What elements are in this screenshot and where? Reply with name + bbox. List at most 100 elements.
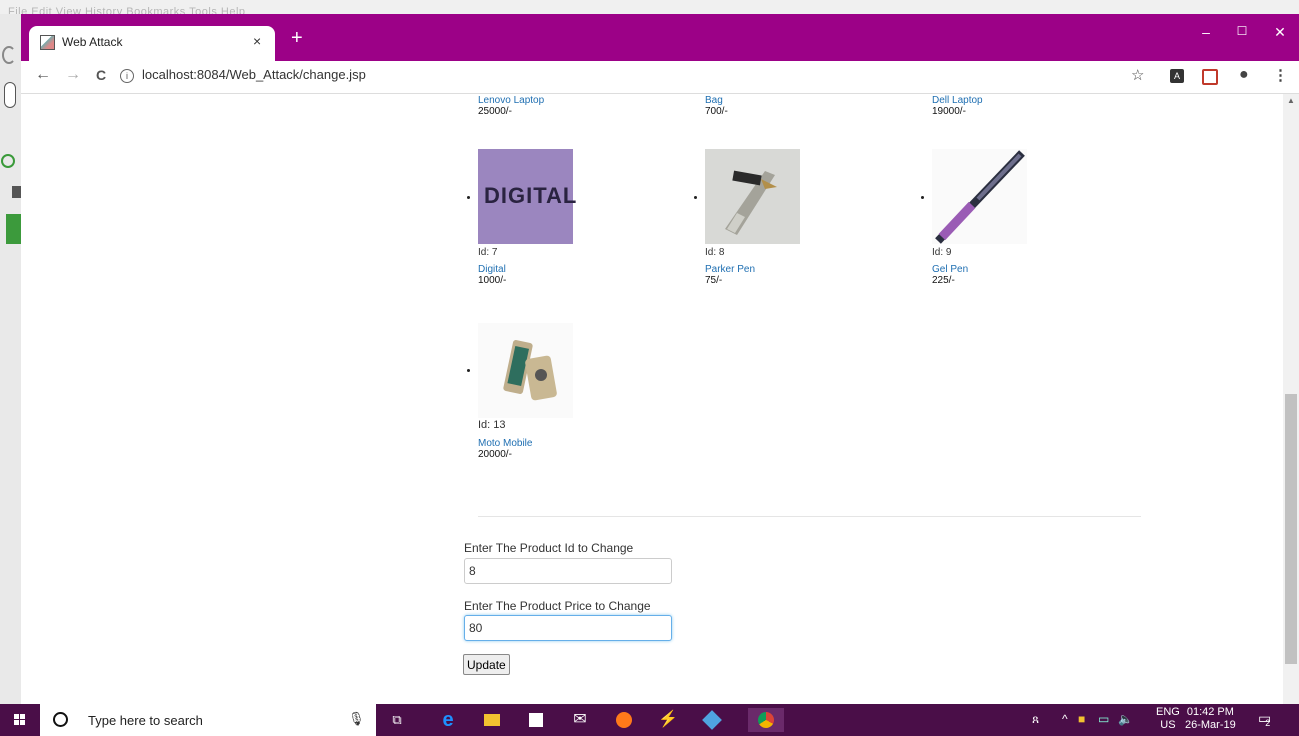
product-price: 700/- bbox=[705, 106, 728, 117]
page-content: Lenovo Laptop 25000/- Bag 700/- Dell Lap… bbox=[21, 94, 1283, 704]
title-bar: Web Attack × + – ☐ ✕ bbox=[21, 14, 1299, 61]
edge-icon[interactable]: e bbox=[436, 708, 460, 732]
browser-window: Web Attack × + – ☐ ✕ ← → C i localhost:80… bbox=[21, 14, 1299, 704]
product-card-top-1: Lenovo Laptop 25000/- bbox=[478, 95, 544, 117]
account-icon[interactable]: ● bbox=[1239, 66, 1249, 84]
nav-pill-icon bbox=[4, 82, 16, 108]
volume-icon[interactable]: 🔈 bbox=[1118, 712, 1133, 726]
browser-menu-icon[interactable]: ⋮ bbox=[1273, 66, 1288, 84]
product-card-top-3: Dell Laptop 19000/- bbox=[932, 95, 983, 117]
clock-time: 01:42 PM bbox=[1186, 706, 1234, 718]
product-card-8: Id: 8 Parker Pen 75/- bbox=[705, 247, 755, 286]
address-bar[interactable]: i localhost:8084/Web_Attack/change.jsp bbox=[120, 61, 366, 89]
product-name-link[interactable]: Digital bbox=[478, 264, 506, 275]
product-price-input[interactable] bbox=[464, 615, 672, 641]
list-bullet bbox=[921, 196, 924, 199]
phone-picture bbox=[503, 340, 557, 401]
product-price: 20000/- bbox=[478, 449, 512, 460]
url-text: localhost:8084/Web_Attack/change.jsp bbox=[142, 67, 366, 82]
chevron-up-icon[interactable]: ^ bbox=[1062, 712, 1068, 726]
product-price: 225/- bbox=[932, 275, 955, 286]
network-icon[interactable]: ▭ bbox=[1098, 712, 1109, 726]
taskbar-search-box[interactable]: Type here to search 🎙 bbox=[40, 704, 376, 736]
tray-app-icon[interactable]: ■ bbox=[1078, 712, 1085, 726]
file-explorer-icon[interactable] bbox=[480, 708, 504, 732]
site-info-icon[interactable]: i bbox=[120, 68, 134, 83]
product-name-link[interactable]: Lenovo Laptop bbox=[478, 95, 544, 106]
product-name-link[interactable]: Parker Pen bbox=[705, 264, 755, 275]
product-id: Id: 9 bbox=[932, 247, 952, 258]
windows-taskbar: Type here to search 🎙 ⧉ e ✉ ⚡ ጸ ^ ■ ▭ 🔈 … bbox=[0, 704, 1299, 736]
list-bullet bbox=[694, 196, 697, 199]
scroll-up-arrow-icon[interactable]: ▲ bbox=[1287, 96, 1295, 105]
product-image-moto-mobile[interactable] bbox=[478, 323, 573, 418]
page-favicon-icon bbox=[40, 35, 55, 50]
circle-icon bbox=[1, 154, 15, 168]
product-image-gel-pen[interactable] bbox=[932, 149, 1027, 244]
task-view-icon[interactable]: ⧉ bbox=[385, 708, 409, 732]
tab-title: Web Attack bbox=[62, 35, 123, 49]
clock-date: 26-Mar-19 bbox=[1185, 719, 1236, 731]
product-id: Id: 8 bbox=[705, 247, 725, 258]
close-window-button[interactable]: ✕ bbox=[1271, 24, 1289, 41]
back-button[interactable]: ← bbox=[35, 66, 51, 84]
store-icon[interactable] bbox=[524, 708, 548, 732]
product-id: Id: 13 bbox=[478, 419, 506, 431]
pdf-extension-icon[interactable]: A bbox=[1170, 69, 1184, 83]
language-indicator[interactable]: ENG US bbox=[1156, 706, 1180, 732]
system-clock[interactable]: 01:42 PM 26-Mar-19 bbox=[1185, 706, 1236, 732]
product-image-parker-pen[interactable] bbox=[705, 149, 800, 244]
product-name-link[interactable]: Dell Laptop bbox=[932, 95, 983, 106]
product-card-top-2: Bag 700/- bbox=[705, 95, 728, 117]
pen-picture bbox=[725, 170, 777, 235]
virtualbox-icon[interactable] bbox=[700, 708, 724, 732]
notification-count: 2 bbox=[1265, 718, 1271, 728]
divider bbox=[478, 516, 1141, 517]
product-card-13: Id: 13 Moto Mobile 20000/- bbox=[478, 419, 532, 461]
green-tab-icon bbox=[6, 214, 21, 244]
notification-center-icon[interactable]: ▭2 bbox=[1258, 710, 1276, 728]
product-card-7: Id: 7 Digital 1000/- bbox=[478, 247, 506, 286]
cortana-icon bbox=[53, 712, 68, 727]
update-button[interactable]: Update bbox=[463, 654, 510, 675]
region-code: US bbox=[1160, 719, 1176, 731]
scrollbar-thumb[interactable] bbox=[1285, 394, 1297, 664]
start-button[interactable] bbox=[0, 704, 40, 736]
microphone-icon[interactable]: 🎙 bbox=[348, 711, 365, 727]
product-id-label: Enter The Product Id to Change bbox=[464, 541, 634, 555]
bookmark-star-icon[interactable]: ☆ bbox=[1131, 66, 1144, 84]
extension-icon[interactable] bbox=[1202, 69, 1218, 85]
chrome-icon[interactable] bbox=[748, 708, 784, 732]
reload-button[interactable]: C bbox=[96, 67, 106, 83]
list-bullet bbox=[467, 369, 470, 372]
vertical-scrollbar[interactable]: ▲ bbox=[1283, 94, 1299, 704]
maximize-button[interactable]: ☐ bbox=[1233, 24, 1251, 38]
lightning-app-icon[interactable]: ⚡ bbox=[656, 708, 680, 732]
product-price: 1000/- bbox=[478, 275, 507, 286]
mail-icon[interactable]: ✉ bbox=[568, 708, 592, 732]
product-price: 75/- bbox=[705, 275, 723, 286]
browser-toolbar: ← → C i localhost:8084/Web_Attack/change.… bbox=[21, 61, 1299, 94]
square-icon bbox=[12, 186, 21, 198]
firefox-icon[interactable] bbox=[612, 708, 636, 732]
people-icon[interactable]: ጸ bbox=[1032, 712, 1039, 727]
product-image-digital[interactable]: DIGITAL bbox=[478, 149, 576, 244]
product-name-link[interactable]: Bag bbox=[705, 95, 728, 106]
product-id-input[interactable] bbox=[464, 558, 672, 584]
product-price: 19000/- bbox=[932, 106, 966, 117]
product-name-link[interactable]: Moto Mobile bbox=[478, 438, 532, 449]
product-card-9: Id: 9 Gel Pen 225/- bbox=[932, 247, 968, 286]
tab-close-icon[interactable]: × bbox=[253, 33, 261, 49]
list-bullet bbox=[467, 196, 470, 199]
lang-code: ENG bbox=[1156, 706, 1180, 718]
new-tab-button[interactable]: + bbox=[291, 28, 303, 48]
tab-web-attack[interactable]: Web Attack × bbox=[29, 26, 275, 61]
search-placeholder: Type here to search bbox=[88, 713, 203, 728]
background-app-sidebar bbox=[0, 14, 21, 704]
product-name-link[interactable]: Gel Pen bbox=[932, 264, 968, 275]
product-id: Id: 7 bbox=[478, 247, 498, 258]
gel-pen-picture bbox=[935, 150, 1025, 244]
minimize-button[interactable]: – bbox=[1197, 24, 1215, 40]
forward-button[interactable]: → bbox=[65, 66, 81, 84]
windows-logo-icon bbox=[14, 714, 26, 726]
